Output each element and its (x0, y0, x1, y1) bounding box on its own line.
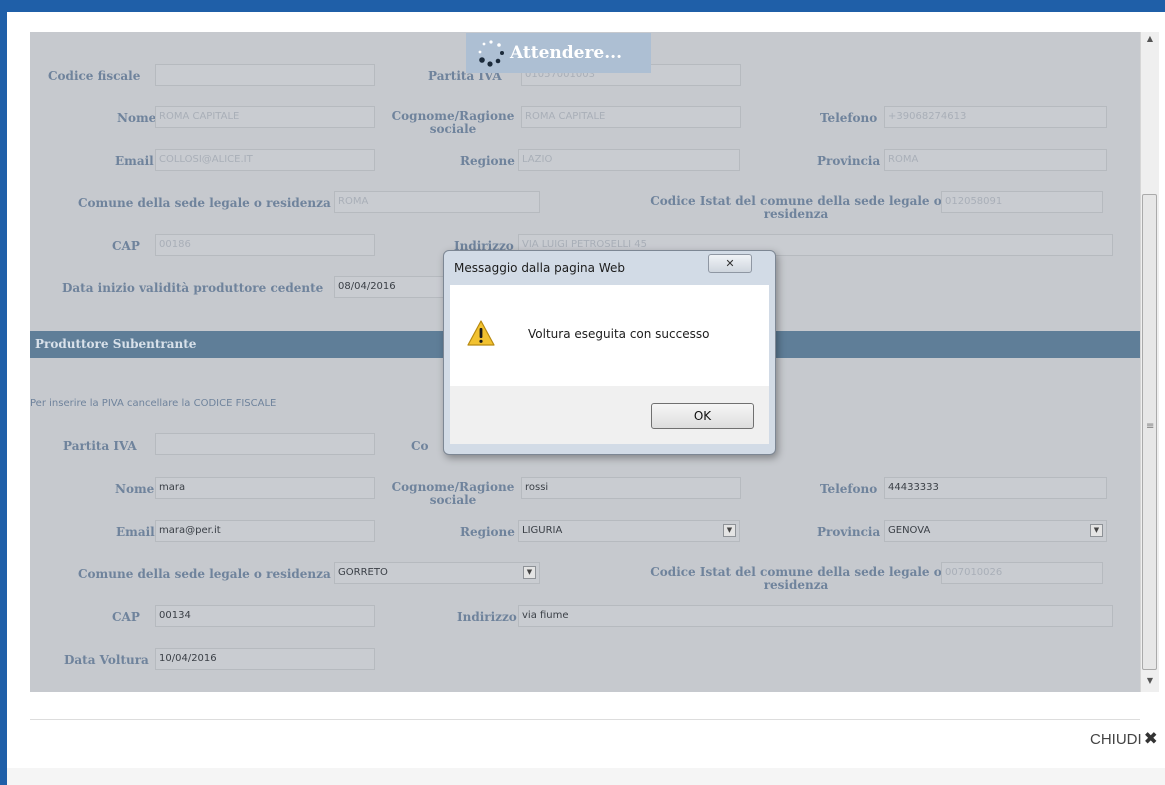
new-cognome-field[interactable]: rossi (521, 477, 741, 499)
new-email-field[interactable]: mara@per.it (155, 520, 375, 542)
comune-label: Comune della sede legale o residenza (78, 196, 331, 210)
new-telefono-field[interactable]: 44433333 (884, 477, 1107, 499)
window-left-border (0, 12, 7, 785)
new-comune-select[interactable]: GORRETO ▼ (334, 562, 540, 584)
spinner-icon (478, 40, 504, 67)
new-nome-field[interactable]: mara (155, 477, 375, 499)
email-label: Email (115, 154, 154, 168)
new-nome-label: Nome (115, 482, 155, 496)
email-field[interactable]: COLLOSI@ALICE.IT (155, 149, 375, 171)
new-regione-select[interactable]: LIGURIA ▼ (518, 520, 740, 542)
telefono-label: Telefono (820, 111, 878, 125)
window-top-border (0, 0, 1165, 12)
scroll-up-arrow-icon[interactable]: ▲ (1141, 34, 1159, 48)
loading-indicator: Attendere... (466, 33, 651, 73)
cognome-label: Cognome/Ragione sociale (391, 109, 515, 136)
footer-divider (30, 719, 1140, 720)
data-inizio-label: Data inizio validità produttore cedente (62, 281, 324, 295)
codice-fiscale-label: Codice fiscale (48, 69, 141, 83)
nome-label: Nome (117, 111, 157, 125)
istat-label: Codice Istat del comune della sede legal… (650, 194, 942, 221)
close-icon: ✕ (725, 257, 735, 270)
chevron-down-icon[interactable]: ▼ (723, 524, 736, 537)
comune-field[interactable]: ROMA (334, 191, 540, 213)
scroll-down-arrow-icon[interactable]: ▼ (1141, 676, 1159, 690)
data-voltura-label: Data Voltura (64, 653, 149, 667)
new-provincia-value: GENOVA (888, 525, 931, 536)
new-indirizzo-field[interactable]: via fiume (518, 605, 1113, 627)
ok-button[interactable]: OK (651, 403, 754, 429)
message-dialog: Messaggio dalla pagina Web ✕ Voltura ese… (443, 250, 776, 455)
close-x-icon: ✖ (1143, 729, 1158, 749)
provincia-label: Provincia (817, 154, 881, 168)
close-label: CHIUDI (1090, 731, 1142, 748)
new-istat-field[interactable]: 007010026 (941, 562, 1103, 584)
scroll-thumb[interactable]: ≡ (1142, 194, 1157, 670)
close-button[interactable]: CHIUDI ✖ (1090, 730, 1158, 749)
dialog-message: Voltura eseguita con successo (528, 327, 710, 341)
chevron-down-icon[interactable]: ▼ (1090, 524, 1103, 537)
vertical-scrollbar[interactable]: ▲ ≡ ▼ (1140, 32, 1159, 692)
dialog-title: Messaggio dalla pagina Web (454, 261, 625, 275)
new-indirizzo-label: Indirizzo (457, 610, 517, 624)
cognome-field[interactable]: ROMA CAPITALE (521, 106, 741, 128)
codice-fiscale-field[interactable] (155, 64, 375, 86)
telefono-field[interactable]: +39068274613 (884, 106, 1107, 128)
dialog-body: Voltura eseguita con successo (450, 285, 769, 386)
new-regione-value: LIGURIA (522, 525, 563, 536)
istat-field[interactable]: 012058091 (941, 191, 1103, 213)
new-cognome-label: Cognome/Ragione sociale (391, 480, 515, 507)
bottom-strip (7, 768, 1165, 785)
new-regione-label: Regione (460, 525, 515, 539)
piva-hint-text: Per inserire la PIVA cancellare la CODIC… (30, 398, 277, 409)
new-istat-label: Codice Istat del comune della sede legal… (650, 565, 942, 592)
new-provincia-select[interactable]: GENOVA ▼ (884, 520, 1107, 542)
new-cap-label: CAP (112, 610, 140, 624)
dialog-footer: OK (450, 386, 769, 444)
new-comune-value: GORRETO (338, 567, 388, 578)
warning-icon (467, 320, 495, 346)
data-inizio-field[interactable]: 08/04/2016 (334, 276, 444, 298)
new-telefono-label: Telefono (820, 482, 878, 496)
regione-field[interactable]: LAZIO (518, 149, 740, 171)
chevron-down-icon[interactable]: ▼ (523, 566, 536, 579)
new-provincia-label: Provincia (817, 525, 881, 539)
new-codice-fiscale-label: Co (411, 439, 429, 453)
cap-label: CAP (112, 239, 140, 253)
regione-label: Regione (460, 154, 515, 168)
loading-text: Attendere... (510, 43, 623, 63)
provincia-field[interactable]: ROMA (884, 149, 1107, 171)
new-partita-iva-label: Partita IVA (63, 439, 137, 453)
new-comune-label: Comune della sede legale o residenza (78, 567, 331, 581)
nome-field[interactable]: ROMA CAPITALE (155, 106, 375, 128)
new-email-label: Email (116, 525, 155, 539)
new-partita-iva-field[interactable] (155, 433, 375, 455)
dialog-close-button[interactable]: ✕ (708, 254, 752, 273)
new-cap-field[interactable]: 00134 (155, 605, 375, 627)
cap-field[interactable]: 00186 (155, 234, 375, 256)
scroll-grip-icon: ≡ (1146, 421, 1155, 432)
data-voltura-field[interactable]: 10/04/2016 (155, 648, 375, 670)
